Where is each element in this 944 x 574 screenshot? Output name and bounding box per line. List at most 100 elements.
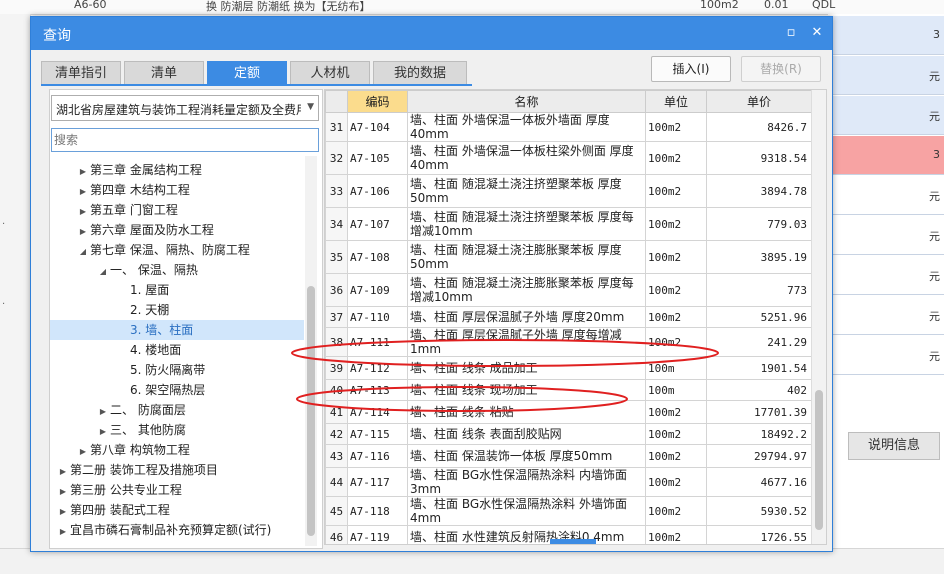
- dialog-titlebar[interactable]: 查询 ▫ ✕: [31, 17, 832, 50]
- col-name-header[interactable]: 名称: [407, 90, 646, 113]
- tree-node[interactable]: ▶ 第三册 公共专业工程: [50, 480, 304, 500]
- tree-node-label: 4. 楼地面: [130, 343, 182, 357]
- background-right-grid: 说明信息 3元元3元元元元元: [828, 14, 944, 573]
- tree-node[interactable]: ▶ 第五章 门窗工程: [50, 200, 304, 220]
- expand-icon[interactable]: ▶: [96, 422, 110, 442]
- expand-icon[interactable]: ▶: [56, 482, 70, 502]
- tree-node[interactable]: 4. 楼地面: [50, 340, 304, 360]
- row-code: A7-106: [347, 174, 408, 208]
- restore-icon[interactable]: ▫: [781, 23, 801, 43]
- row-price: 241.29: [706, 327, 812, 357]
- tree-node[interactable]: ▶ 宜昌市磷石膏制品补充预算定额(试行): [50, 520, 304, 540]
- table-row[interactable]: 34 A7-107 墙、柱面 随混凝土浇注挤塑聚苯板 厚度每增减10mm 100m2 7…: [325, 207, 812, 241]
- tree-node[interactable]: ▶ 第二册 装饰工程及措施项目: [50, 460, 304, 480]
- table-row[interactable]: 43 A7-116 墙、柱面 保温装饰一体板 厚度50mm 100m2 29794.97: [325, 444, 812, 468]
- tree-node-label: 第八章 构筑物工程: [90, 443, 190, 457]
- table-row[interactable]: 38 A7-111 墙、柱面 厚层保温腻子外墙 厚度每增减1mm 100m2 241.2…: [325, 327, 812, 357]
- row-price: 5930.52: [706, 496, 812, 526]
- table-row[interactable]: 44 A7-117 墙、柱面 BG水性保温隔热涂料 内墙饰面3mm 100m2 4677…: [325, 467, 812, 497]
- row-index: 44: [325, 467, 348, 497]
- grid-scroll-thumb[interactable]: [815, 390, 823, 530]
- row-name: 墙、柱面 线条 成品加工: [407, 356, 646, 380]
- expand-icon[interactable]: ▶: [76, 162, 90, 182]
- table-row[interactable]: 39 A7-112 墙、柱面 线条 成品加工 100m 1901.54: [325, 356, 812, 380]
- collapse-icon[interactable]: ◢: [96, 262, 110, 282]
- tree-scrollbar[interactable]: [305, 156, 317, 546]
- col-code-header[interactable]: 编码: [347, 90, 408, 113]
- tree-node[interactable]: ▶ 第八章 构筑物工程: [50, 440, 304, 460]
- tree-node-label: 三、 其他防腐: [110, 423, 186, 437]
- bg-grid-cell: 元: [828, 96, 944, 135]
- table-row[interactable]: 41 A7-114 墙、柱面 线条 粘贴 100m2 17701.39: [325, 400, 812, 424]
- tree-node[interactable]: ▶ 第四册 装配式工程: [50, 500, 304, 520]
- row-unit: 100m2: [645, 423, 707, 445]
- tree-node[interactable]: 6. 架空隔热层: [50, 380, 304, 400]
- tree-node[interactable]: 5. 防火隔离带: [50, 360, 304, 380]
- expand-icon[interactable]: ▶: [76, 182, 90, 202]
- tree-node-label: 宜昌市磷石膏制品补充预算定额(试行): [70, 523, 272, 537]
- expand-icon[interactable]: ▶: [56, 522, 70, 542]
- table-row[interactable]: 37 A7-110 墙、柱面 厚层保温腻子外墙 厚度20mm 100m2 5251.96: [325, 306, 812, 328]
- table-row[interactable]: 32 A7-105 墙、柱面 外墙保温一体板柱梁外侧面 厚度40mm 100m2 931…: [325, 141, 812, 175]
- row-unit: 100m2: [645, 112, 707, 142]
- tab-list-guide[interactable]: 清单指引: [41, 61, 121, 85]
- row-code: A7-118: [347, 496, 408, 526]
- tree-node[interactable]: 1. 屋面: [50, 280, 304, 300]
- search-input[interactable]: [51, 128, 319, 152]
- table-row[interactable]: 36 A7-109 墙、柱面 随混凝土浇注膨胀聚苯板 厚度每增减10mm 100m2 7…: [325, 273, 812, 307]
- tree-node[interactable]: 3. 墙、柱面: [50, 320, 304, 340]
- table-row[interactable]: 45 A7-118 墙、柱面 BG水性保温隔热涂料 外墙饰面4mm 100m2 5930…: [325, 496, 812, 526]
- table-row[interactable]: 33 A7-106 墙、柱面 随混凝土浇注挤塑聚苯板 厚度50mm 100m2 3894…: [325, 174, 812, 208]
- expand-icon[interactable]: ▶: [76, 442, 90, 462]
- expand-icon[interactable]: ▶: [56, 502, 70, 522]
- bg-grid-cell: 元: [828, 256, 944, 295]
- col-price-header[interactable]: 单价: [706, 90, 812, 113]
- close-icon[interactable]: ✕: [807, 23, 827, 43]
- bg-grid-cell: 元: [828, 336, 944, 375]
- row-index: 41: [325, 400, 348, 424]
- table-row[interactable]: 31 A7-104 墙、柱面 外墙保温一体板外墙面 厚度40mm 100m2 8426.…: [325, 112, 812, 142]
- tree-node-label: 第四册 装配式工程: [70, 503, 170, 517]
- insert-button[interactable]: 插入(I): [651, 56, 731, 82]
- tree-scroll-thumb[interactable]: [307, 286, 315, 536]
- tab-my-data[interactable]: 我的数据: [373, 61, 467, 85]
- tree-node[interactable]: ◢ 第七章 保温、隔热、防腐工程: [50, 240, 304, 260]
- table-header-row: 编码 名称 单位 单价: [325, 90, 812, 113]
- expand-icon[interactable]: ▶: [76, 202, 90, 222]
- collapse-icon[interactable]: ◢: [76, 242, 90, 262]
- row-price: 3895.19: [706, 240, 812, 274]
- row-unit: 100m2: [645, 444, 707, 468]
- replace-button[interactable]: 替换(R): [741, 56, 821, 82]
- col-index-header: [325, 90, 348, 113]
- expand-icon[interactable]: ▶: [96, 402, 110, 422]
- tab-labor-material[interactable]: 人材机: [290, 61, 370, 85]
- tab-list[interactable]: 清单: [124, 61, 204, 85]
- row-price: 402: [706, 379, 812, 401]
- row-index: 38: [325, 327, 348, 357]
- table-row[interactable]: 40 A7-113 墙、柱面 线条 现场加工 100m 402: [325, 379, 812, 401]
- expand-icon[interactable]: ▶: [76, 222, 90, 242]
- tree-node[interactable]: ▶ 第六章 屋面及防水工程: [50, 220, 304, 240]
- table-row[interactable]: 42 A7-115 墙、柱面 线条 表面刮胶贴网 100m2 18492.2: [325, 423, 812, 445]
- row-index: 36: [325, 273, 348, 307]
- row-price: 4677.16: [706, 467, 812, 497]
- tree-node[interactable]: ▶ 第四章 木结构工程: [50, 180, 304, 200]
- tree-node[interactable]: ▶ 二、 防腐面层: [50, 400, 304, 420]
- bg-tab-description[interactable]: 说明信息: [848, 432, 940, 460]
- tab-quota[interactable]: 定额: [207, 61, 287, 85]
- tree-node[interactable]: ▶ 三、 其他防腐: [50, 420, 304, 440]
- row-code: A7-114: [347, 400, 408, 424]
- row-code: A7-108: [347, 240, 408, 274]
- tree-node[interactable]: 2. 天棚: [50, 300, 304, 320]
- tree-node[interactable]: ◢ 一、 保温、隔热: [50, 260, 304, 280]
- table-row[interactable]: 35 A7-108 墙、柱面 随混凝土浇注膨胀聚苯板 厚度50mm 100m2 3895…: [325, 240, 812, 274]
- library-select[interactable]: 湖北省房屋建筑与装饰工程消耗量定额及全费用 ▼: [51, 95, 319, 121]
- splitter-grip[interactable]: [550, 539, 596, 544]
- quota-tree-pane: 湖北省房屋建筑与装饰工程消耗量定额及全费用 ▼ ▶第三章 金属结构工程▶第四章 …: [49, 89, 323, 549]
- tree-node-label: 5. 防火隔离带: [130, 363, 206, 377]
- grid-scrollbar[interactable]: [811, 90, 826, 544]
- tree-node[interactable]: ▶ 第三章 金属结构工程: [50, 160, 304, 180]
- expand-icon[interactable]: ▶: [56, 462, 70, 482]
- col-unit-header[interactable]: 单位: [645, 90, 707, 113]
- bg-grid-cell-text: 元: [929, 310, 940, 323]
